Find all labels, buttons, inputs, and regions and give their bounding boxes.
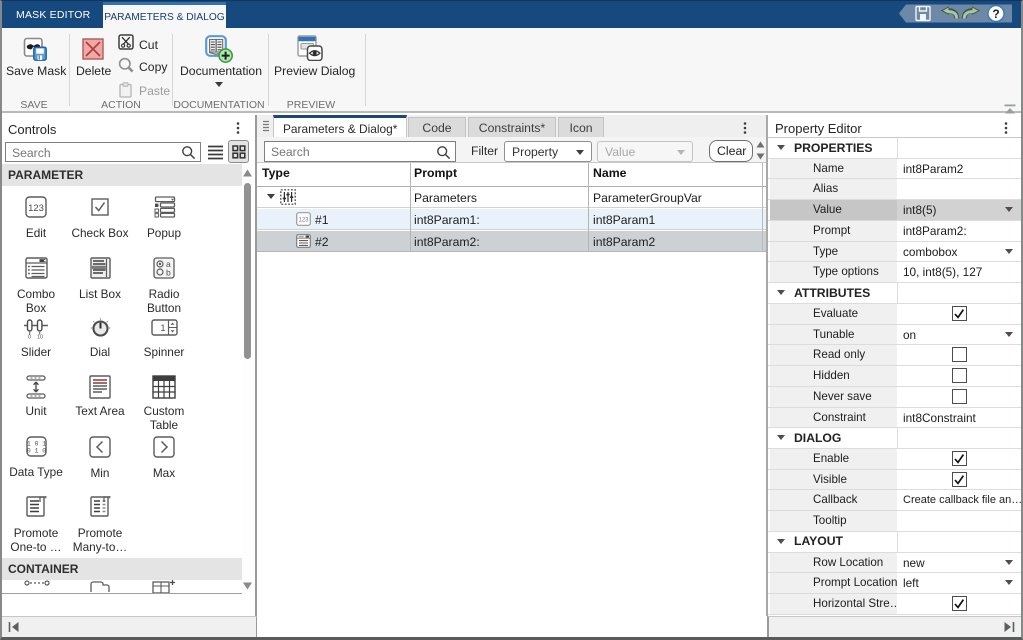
svg-text:1 0 1: 1 0 1 <box>26 441 45 448</box>
svg-text:0 1 0: 0 1 0 <box>26 448 45 455</box>
svg-text:0: 0 <box>28 335 31 340</box>
svg-text:10: 10 <box>37 335 43 340</box>
svg-text:1: 1 <box>160 323 165 333</box>
svg-text:123: 123 <box>28 203 44 214</box>
svg-text:b: b <box>166 268 171 278</box>
svg-text:?: ? <box>992 7 999 21</box>
svg-text:123: 123 <box>298 218 309 224</box>
